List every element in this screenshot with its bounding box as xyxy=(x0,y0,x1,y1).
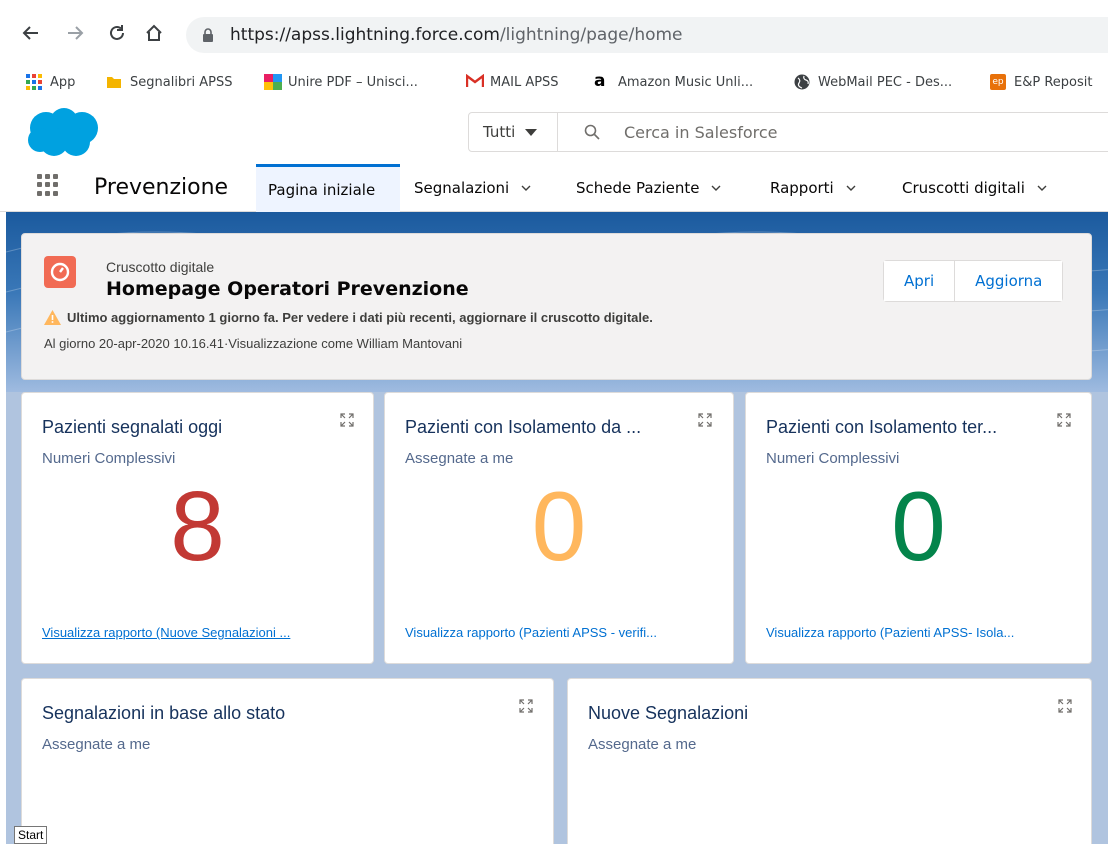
browser-toolbar: https://apss.lightning.force.com/lightni… xyxy=(0,0,1108,66)
bookmark-unire-pdf[interactable]: Unire PDF – Unisci... xyxy=(264,74,418,90)
metric-card-isolamento-domiciliare: Pazienti con Isolamento da ... Assegnate… xyxy=(384,392,734,664)
gmail-icon xyxy=(465,73,485,90)
search-icon xyxy=(584,124,600,140)
bookmark-segnalibri-apss[interactable]: Segnalibri APSS xyxy=(106,74,233,90)
tab-segnalazioni[interactable]: Segnalazioni xyxy=(414,164,531,212)
view-report-link[interactable]: Visualizza rapporto (Nuove Segnalazioni … xyxy=(42,625,354,640)
back-button[interactable] xyxy=(20,22,42,44)
address-bar[interactable]: https://apss.lightning.force.com/lightni… xyxy=(186,17,1108,53)
bookmark-webmail-pec[interactable]: WebMail PEC - Des... xyxy=(794,74,952,90)
reload-icon xyxy=(110,25,124,40)
bookmark-mail-apss[interactable]: MAIL APSS xyxy=(465,73,559,90)
arrow-right-icon xyxy=(68,26,84,40)
chart-card-nuove-segnalazioni: Nuove Segnalazioni Assegnate a me xyxy=(567,678,1092,844)
bookmark-amazon-music[interactable]: a Amazon Music Unli... xyxy=(594,71,753,91)
amazon-icon: a xyxy=(594,71,606,91)
chevron-down-icon[interactable] xyxy=(1037,183,1047,193)
tab-pagina-iniziale[interactable]: Pagina iniziale xyxy=(256,164,400,212)
apps-grid-icon xyxy=(26,74,42,90)
dashboard-gauge-icon xyxy=(44,256,76,288)
app-launcher-icon[interactable] xyxy=(37,174,59,196)
global-search-input[interactable]: Cerca in Salesforce xyxy=(557,112,1108,152)
salesforce-logo[interactable] xyxy=(26,106,102,160)
dashboard-title: Homepage Operatori Prevenzione xyxy=(106,278,469,300)
dashboard-button-group: Apri Aggiorna xyxy=(883,260,1064,302)
bookmark-ep-repository[interactable]: ep E&P Reposit xyxy=(990,74,1092,90)
warning-icon xyxy=(44,310,61,325)
ep-icon: ep xyxy=(990,74,1006,90)
metric-card-isolamento-terminato: Pazienti con Isolamento ter... Numeri Co… xyxy=(745,392,1092,664)
view-report-link[interactable]: Visualizza rapporto (Pazienti APSS- Isol… xyxy=(766,625,1076,640)
home-icon xyxy=(146,24,162,41)
card-subtitle: Assegnate a me xyxy=(405,450,514,467)
start-tooltip: Start xyxy=(14,826,48,844)
globe-icon xyxy=(794,74,810,90)
chevron-down-icon[interactable] xyxy=(711,183,721,193)
chevron-down-icon[interactable] xyxy=(846,183,856,193)
card-title: Segnalazioni in base allo stato xyxy=(42,703,286,723)
folder-icon xyxy=(106,74,122,90)
chevron-down-icon[interactable] xyxy=(521,183,531,193)
metric-value: 8 xyxy=(170,471,225,581)
dashboard-type-label: Cruscotto digitale xyxy=(106,259,215,275)
tab-rapporti[interactable]: Rapporti xyxy=(770,164,856,212)
view-report-link[interactable]: Visualizza rapporto (Pazienti APSS - ver… xyxy=(405,625,715,640)
expand-icon[interactable] xyxy=(340,413,354,427)
card-title: Pazienti con Isolamento ter... xyxy=(766,417,998,437)
home-button[interactable] xyxy=(143,22,165,44)
dashboard-header: Cruscotto digitale Homepage Operatori Pr… xyxy=(21,233,1092,380)
expand-icon[interactable] xyxy=(698,413,712,427)
url-text: https://apss.lightning.force.com/lightni… xyxy=(230,25,683,45)
search-scope-dropdown[interactable]: Tutti xyxy=(468,112,558,152)
salesforce-global-header: Tutti Cerca in Salesforce xyxy=(0,100,1108,162)
lock-icon xyxy=(203,28,213,42)
expand-icon[interactable] xyxy=(519,699,533,713)
metric-value: 0 xyxy=(891,471,946,581)
metric-card-pazienti-segnalati: Pazienti segnalati oggi Numeri Complessi… xyxy=(21,392,374,664)
card-subtitle: Numeri Complessivi xyxy=(766,450,900,467)
open-button[interactable]: Apri xyxy=(884,261,955,301)
caret-down-icon xyxy=(525,128,538,136)
pdf-tiles-icon xyxy=(264,74,282,90)
refresh-warning: Ultimo aggiornamento 1 giorno fa. Per ve… xyxy=(44,310,653,325)
chart-card-segnalazioni-stato: Segnalazioni in base allo stato Assegnat… xyxy=(21,678,554,844)
bookmarks-bar: App Segnalibri APSS Unire PDF – Unisci..… xyxy=(0,66,1108,100)
expand-icon[interactable] xyxy=(1057,413,1071,427)
forward-button[interactable] xyxy=(64,22,86,44)
card-title: Pazienti con Isolamento da ... xyxy=(405,417,642,437)
metric-value: 0 xyxy=(531,471,587,581)
card-title: Nuove Segnalazioni xyxy=(588,703,749,723)
expand-icon[interactable] xyxy=(1058,699,1072,713)
tab-cruscotti-digitali[interactable]: Cruscotti digitali xyxy=(902,164,1047,212)
app-name: Prevenzione xyxy=(94,175,229,200)
tab-schede-paziente[interactable]: Schede Paziente xyxy=(576,164,721,212)
reload-button[interactable] xyxy=(106,22,128,44)
card-subtitle: Numeri Complessivi xyxy=(42,450,176,467)
bookmark-app[interactable]: App xyxy=(26,74,75,90)
refresh-button[interactable]: Aggiorna xyxy=(954,261,1063,301)
dashboard-canvas: Cruscotto digitale Homepage Operatori Pr… xyxy=(6,212,1108,844)
arrow-left-icon xyxy=(22,26,38,40)
dashboard-as-of-info: Al giorno 20-apr-2020 10.16.41·Visualizz… xyxy=(44,336,463,351)
card-subtitle: Assegnate a me xyxy=(588,736,697,753)
card-title: Pazienti segnalati oggi xyxy=(42,417,223,437)
card-subtitle: Assegnate a me xyxy=(42,736,151,753)
app-navigation-bar: Prevenzione Pagina iniziale Segnalazioni… xyxy=(0,162,1108,212)
